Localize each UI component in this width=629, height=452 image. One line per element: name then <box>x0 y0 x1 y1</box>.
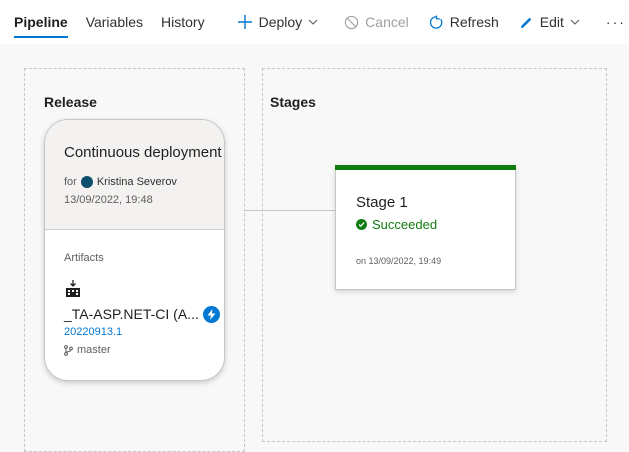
triggered-by: for Kristina Severov <box>64 176 177 188</box>
trigger-title: Continuous deployment <box>64 144 222 161</box>
cancel-icon <box>345 15 359 29</box>
stage-card[interactable]: Stage 1 Succeeded on 13/09/2022, 19:49 <box>335 165 516 290</box>
artifact-name[interactable]: _TA-ASP.NET-CI (A... <box>64 306 199 322</box>
build-artifact-icon <box>65 280 81 303</box>
cancel-button[interactable]: Cancel <box>344 14 409 30</box>
tab-pipeline-label: Pipeline <box>14 14 68 30</box>
release-section-title: Release <box>44 94 97 110</box>
tab-pipeline[interactable]: Pipeline <box>14 0 68 44</box>
stages-section-title: Stages <box>270 94 316 110</box>
tab-history[interactable]: History <box>161 0 205 44</box>
edit-label: Edit <box>539 14 564 30</box>
toolbar: Pipeline Variables History Deploy Cancel… <box>0 0 629 44</box>
user-name: Kristina Severov <box>96 176 177 188</box>
tab-variables[interactable]: Variables <box>86 0 143 44</box>
build-number-link[interactable]: 20220913.1 <box>64 326 122 338</box>
refresh-icon <box>429 14 443 29</box>
release-date: 13/09/2022, 19:48 <box>64 194 153 206</box>
more-actions-button[interactable]: ··· <box>606 14 626 30</box>
more-icon: ··· <box>605 14 626 30</box>
chevron-down-icon <box>308 19 318 25</box>
branch-info: master <box>64 344 111 356</box>
artifacts-label: Artifacts <box>64 252 104 264</box>
chevron-down-icon <box>570 19 580 25</box>
edit-button[interactable]: Edit <box>519 14 586 30</box>
refresh-label: Refresh <box>449 14 499 30</box>
deploy-button[interactable]: Deploy <box>237 14 325 30</box>
for-label: for <box>64 176 77 188</box>
cancel-label: Cancel <box>365 14 409 30</box>
plus-icon <box>237 15 252 29</box>
trigger-section[interactable]: Continuous deployment for Kristina Sever… <box>45 120 224 230</box>
lightning-icon[interactable] <box>203 306 220 323</box>
tab-history-label: History <box>161 14 205 30</box>
refresh-button[interactable]: Refresh <box>429 14 499 30</box>
avatar <box>80 176 93 188</box>
stage-timestamp: on 13/09/2022, 19:49 <box>356 256 442 266</box>
pencil-icon <box>520 17 532 28</box>
check-circle-icon <box>356 219 367 230</box>
branch-icon <box>64 344 73 356</box>
stage-status-label: Succeeded <box>372 217 438 232</box>
stage-status-bar <box>335 165 516 170</box>
stage-name[interactable]: Stage 1 <box>356 194 408 211</box>
branch-name: master <box>77 344 111 356</box>
release-stage-connector <box>245 210 335 211</box>
deploy-label: Deploy <box>258 14 303 30</box>
stage-status: Succeeded <box>356 217 437 232</box>
tab-variables-label: Variables <box>85 14 144 30</box>
release-card[interactable]: Continuous deployment for Kristina Sever… <box>44 119 225 381</box>
